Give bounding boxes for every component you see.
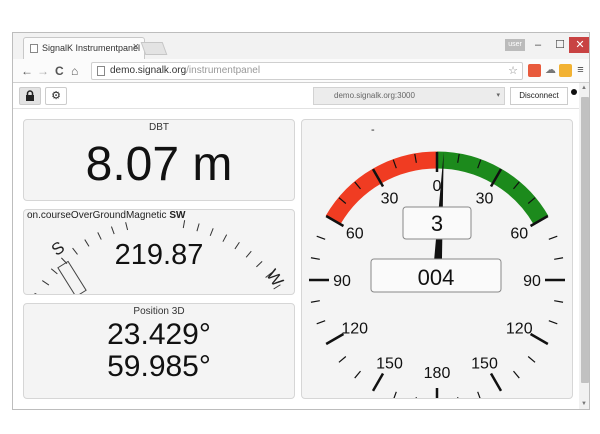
host-value: demo.signalk.org:3000	[334, 91, 415, 100]
gears-icon: ⚙	[51, 90, 61, 102]
dbt-unit: m	[192, 138, 233, 191]
back-arrow-icon[interactable]: ←	[21, 63, 33, 79]
wind-angle-value: 3	[431, 211, 443, 236]
gauge-tick	[338, 356, 347, 363]
gauge-tick	[371, 372, 385, 392]
gauge-tick	[310, 257, 320, 260]
label-left-60: 60	[346, 226, 364, 243]
gauge-tick	[548, 235, 558, 240]
gauge-tick	[316, 235, 326, 240]
label-left-120: 120	[341, 321, 368, 338]
compass-tick	[41, 280, 50, 286]
wind-angle-gauge: - 0 180 30 60 90 120 150 30 60 90 120 15…	[309, 124, 565, 398]
instrument-panel-area: DBT 8.07 m S W on.courseOverGroundMagnet…	[13, 109, 579, 409]
lock-button[interactable]	[19, 87, 41, 105]
page-scrollbar[interactable]: ▲ ▼	[579, 83, 589, 409]
cog-panel[interactable]: S W on.courseOverGroundMagnetic SW 219.8…	[23, 209, 295, 295]
home-icon[interactable]: ⌂	[71, 63, 78, 79]
gauge-tick	[548, 320, 558, 325]
scrollbar-thumb[interactable]	[581, 97, 589, 383]
menu-icon[interactable]: ≡	[574, 64, 587, 77]
label-right-150: 150	[471, 355, 498, 372]
extension-hand-icon[interactable]	[559, 64, 572, 77]
title-bar: SignalK Instrumentpanel × user – ☐ ✕	[13, 33, 589, 59]
disconnect-button[interactable]: Disconnect	[510, 87, 568, 105]
compass-tick	[196, 223, 200, 232]
user-badge[interactable]: user	[505, 39, 525, 51]
maximize-button[interactable]: ☐	[549, 37, 571, 53]
page-icon	[30, 44, 38, 53]
extension-cloud-icon[interactable]: ☁	[544, 64, 557, 77]
nav-bar: ← → C ⌂ demo.signalk.org/instrumentpanel…	[13, 59, 589, 83]
wind-speed-value: 004	[418, 265, 455, 290]
extension-flag-icon[interactable]	[528, 64, 541, 77]
label-180: 180	[424, 365, 451, 382]
minimize-button[interactable]: –	[527, 37, 549, 53]
gauge-tick	[489, 372, 503, 392]
cog-path-label: on.courseOverGroundMagnetic SW	[27, 210, 186, 221]
dbt-title: DBT	[149, 122, 169, 133]
settings-button[interactable]: ⚙	[45, 87, 67, 105]
gauge-tick	[457, 397, 459, 398]
label-right-60: 60	[510, 226, 528, 243]
dbt-panel[interactable]: DBT 8.07 m	[23, 119, 295, 201]
top-mark: -	[371, 124, 375, 136]
host-select[interactable]: demo.signalk.org:3000 ▾	[313, 87, 505, 105]
position-title: Position 3D	[133, 306, 185, 317]
label-left-30: 30	[381, 191, 399, 208]
compass-tick	[182, 220, 186, 229]
compass-tick	[209, 228, 214, 236]
bookmark-star-icon[interactable]: ☆	[508, 63, 518, 79]
gauge-tick	[554, 300, 564, 303]
scroll-up-icon[interactable]: ▲	[581, 85, 587, 91]
reload-icon[interactable]: C	[55, 63, 64, 79]
gauge-tick	[529, 332, 549, 346]
position-panel[interactable]: Position 3D 23.429° 59.985°	[23, 303, 295, 399]
label-left-150: 150	[376, 355, 403, 372]
chevron-down-icon: ▾	[496, 92, 500, 99]
scroll-down-icon[interactable]: ▼	[581, 401, 587, 407]
app-toolbar: ⚙ demo.signalk.org:3000 ▾ Disconnect	[13, 83, 579, 109]
tab-title: SignalK Instrumentpanel	[42, 43, 141, 53]
browser-tab[interactable]: SignalK Instrumentpanel ×	[23, 37, 145, 59]
compass-tick	[34, 292, 37, 294]
dbt-value: 8.07 m	[85, 138, 233, 191]
gauge-tick	[316, 320, 326, 325]
tab-close-icon[interactable]: ×	[133, 41, 139, 53]
gauge-tick	[393, 391, 397, 398]
gauge-tick	[354, 370, 361, 379]
compass-tick	[110, 226, 115, 235]
label-right-30: 30	[476, 191, 494, 208]
wind-panel[interactable]: - 0 180 30 60 90 120 150 30 60 90 120 15…	[301, 119, 573, 399]
gauge-tick	[415, 397, 417, 398]
url-text: demo.signalk.org/instrumentpanel	[110, 65, 261, 76]
cog-value: 219.87	[114, 239, 204, 271]
longitude-value: 59.985°	[107, 350, 211, 383]
close-window-button[interactable]: ✕	[569, 37, 589, 53]
gauge-tick	[554, 257, 564, 260]
lock-icon	[26, 90, 34, 101]
label-right-120: 120	[506, 321, 533, 338]
gauge-tick	[513, 370, 520, 379]
gauge-tick	[477, 391, 481, 398]
browser-window: SignalK Instrumentpanel × user – ☐ ✕ ← →…	[12, 32, 590, 410]
compass-tick	[125, 222, 129, 231]
new-tab-button[interactable]	[140, 42, 168, 55]
page-icon	[97, 66, 105, 76]
label-left-90: 90	[333, 273, 351, 290]
forward-arrow-icon[interactable]: →	[37, 63, 49, 79]
address-bar[interactable]: demo.signalk.org/instrumentpanel ☆	[91, 62, 523, 80]
label-right-90: 90	[523, 273, 541, 290]
gauge-tick	[310, 300, 320, 303]
connection-status-dot	[571, 89, 577, 95]
latitude-value: 23.429°	[107, 318, 211, 351]
gauge-tick	[527, 356, 536, 363]
